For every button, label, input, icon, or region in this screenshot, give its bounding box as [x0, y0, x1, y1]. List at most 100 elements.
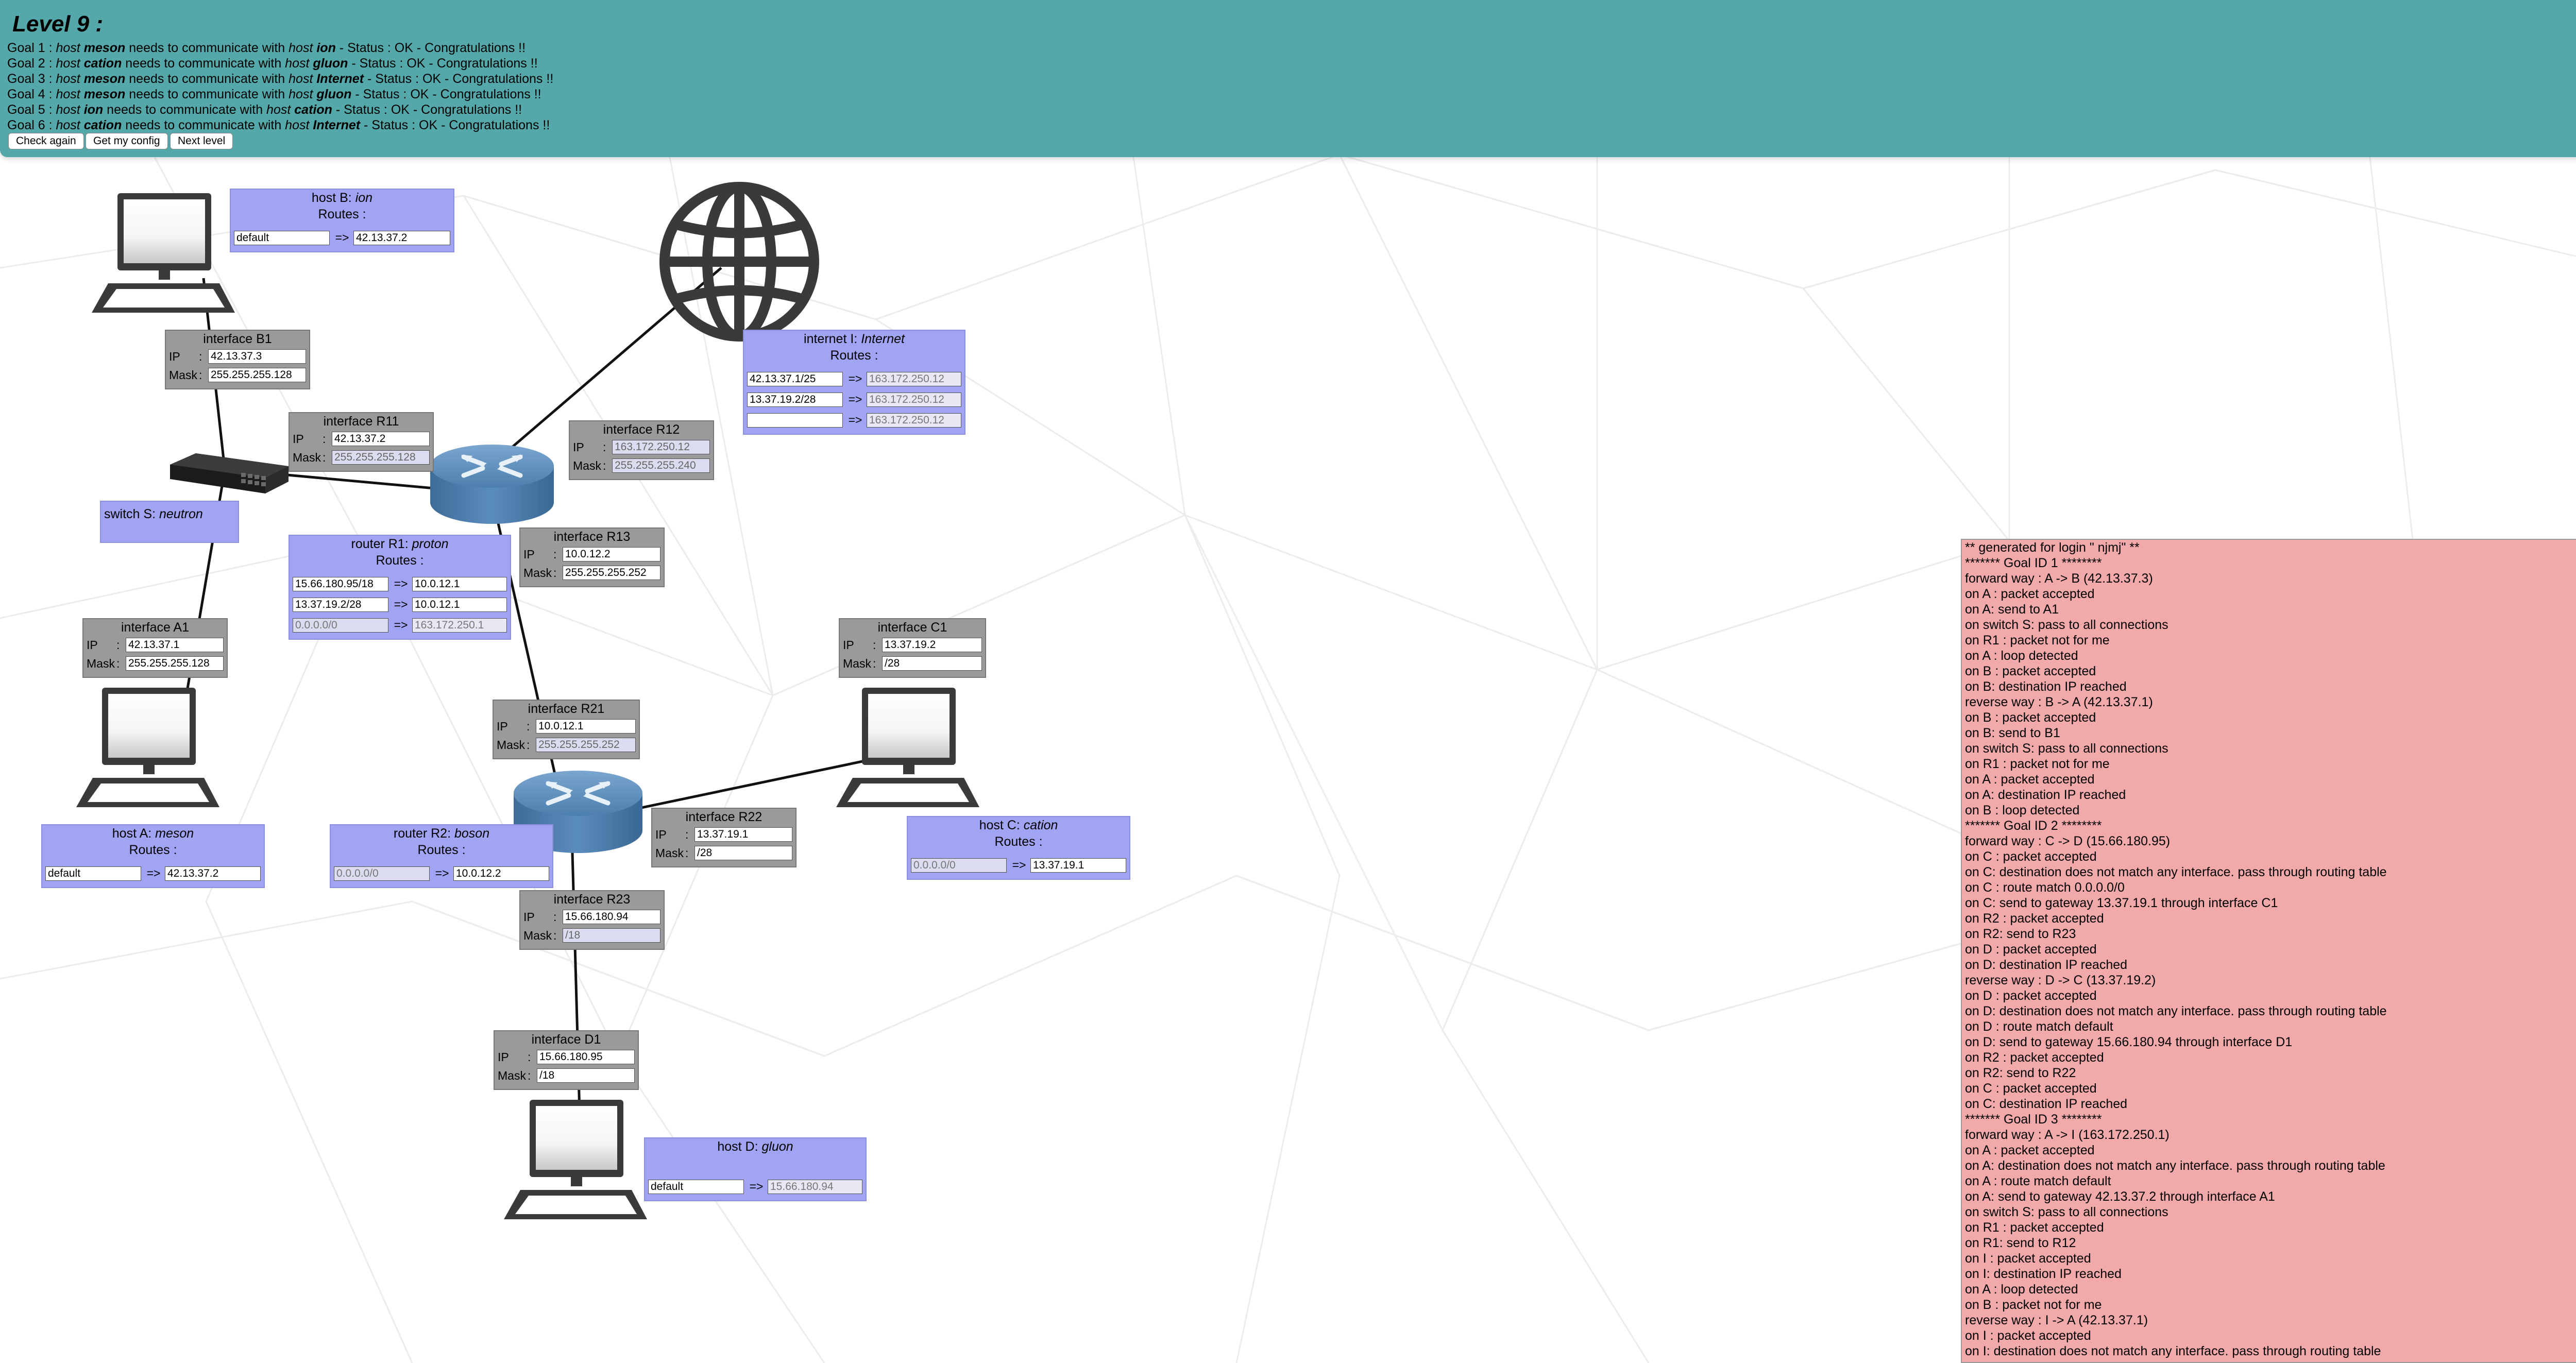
- route-arrow: =>: [394, 598, 408, 611]
- globe-icon[interactable]: [659, 182, 819, 342]
- colon: :: [553, 548, 557, 561]
- route-row: 0.0.0.0/0 => 163.172.250.1: [293, 618, 507, 633]
- mask-label: Mask: [573, 459, 601, 472]
- route-destination-input[interactable]: [747, 413, 843, 428]
- mask-label: Mask: [293, 451, 321, 464]
- mask-input[interactable]: 255.255.255.128: [126, 656, 224, 671]
- routes-label: Routes :: [417, 843, 466, 857]
- colon: :: [685, 846, 689, 860]
- mask-input[interactable]: /28: [694, 846, 792, 860]
- ip-input[interactable]: 10.0.12.1: [536, 719, 636, 734]
- colon: :: [553, 566, 557, 580]
- route-destination-input[interactable]: default: [648, 1180, 744, 1194]
- colon: :: [527, 738, 530, 752]
- log-line: reverse way : I -> A (42.13.37.1): [1965, 1313, 2148, 1327]
- log-line: on D: destination IP reached: [1965, 958, 2128, 972]
- ip-label: IP: [523, 910, 535, 924]
- interface-r21-panel: interface R21 IP:10.0.12.1 Mask:255.255.…: [493, 700, 640, 759]
- route-destination-input[interactable]: default: [45, 866, 141, 881]
- host-a-title: host A: meson: [112, 826, 194, 841]
- route-row: 13.37.19.2/28 => 10.0.12.1: [293, 598, 507, 612]
- log-line: on switch S: pass to all connections: [1965, 741, 2168, 756]
- log-line: on D : route match default: [1965, 1019, 2113, 1034]
- route-gateway-input[interactable]: 10.0.12.2: [453, 866, 549, 881]
- interface-c1-panel: interface C1 IP:13.37.19.2 Mask: /28: [839, 618, 986, 678]
- mask-input: 255.255.255.240: [612, 458, 710, 473]
- log-line: on C: destination IP reached: [1965, 1097, 2128, 1111]
- log-line: on A: send to A1: [1965, 602, 2059, 617]
- log-line: on A : packet accepted: [1965, 1143, 2095, 1157]
- interface-a1-panel: interface A1 IP:42.13.37.1 Mask:255.255.…: [82, 618, 228, 678]
- ip-input[interactable]: 15.66.180.94: [563, 910, 660, 924]
- route-destination-input[interactable]: 13.37.19.2/28: [747, 393, 843, 407]
- computer-icon[interactable]: [504, 1100, 647, 1219]
- route-arrow: =>: [435, 866, 449, 880]
- route-gateway-input[interactable]: 10.0.12.1: [412, 598, 507, 612]
- mask-input[interactable]: 255.255.255.128: [208, 368, 306, 382]
- log-line: on R2: send to R22: [1965, 1066, 2076, 1080]
- route-row: default => 42.13.37.2: [234, 231, 450, 245]
- interface-r23-panel: interface R23 IP:15.66.180.94 Mask: /18: [519, 890, 665, 950]
- route-gateway-input[interactable]: 42.13.37.2: [165, 866, 261, 881]
- ip-input[interactable]: 13.37.19.2: [882, 638, 982, 652]
- ip-input[interactable]: 15.66.180.95: [537, 1050, 635, 1064]
- ip-input[interactable]: 13.37.19.1: [694, 827, 792, 842]
- log-line: on D : packet accepted: [1965, 942, 2097, 957]
- mask-label: Mask: [498, 1069, 526, 1082]
- log-line: on A: send to gateway 42.13.37.2 through…: [1965, 1189, 2275, 1204]
- router-icon[interactable]: [430, 445, 554, 524]
- routes-label: Routes :: [830, 348, 878, 363]
- ip-label: IP: [497, 720, 508, 733]
- route-arrow: =>: [848, 413, 862, 427]
- switch-icon[interactable]: [170, 453, 289, 493]
- routes-label: Routes :: [376, 553, 424, 568]
- route-gateway-input: 15.66.180.94: [768, 1180, 862, 1194]
- interface-title: interface R13: [553, 530, 631, 544]
- ip-input[interactable]: 10.0.12.2: [563, 547, 660, 561]
- route-destination-input: 0.0.0.0/0: [334, 866, 430, 881]
- switch-s-panel: switch S: neutron: [100, 501, 239, 543]
- log-panel[interactable]: ** generated for login " njmj" ** *******…: [1961, 539, 2576, 1363]
- log-line: on I : packet accepted: [1965, 1328, 2091, 1343]
- mask-label: Mask: [497, 738, 525, 752]
- computer-icon[interactable]: [836, 688, 979, 807]
- log-text: ** generated for login " njmj" ** *******…: [1965, 540, 2576, 1359]
- interface-title: interface R21: [528, 702, 605, 716]
- log-line: on A: destination IP reached: [1965, 788, 2126, 802]
- route-destination-input[interactable]: 13.37.19.2/28: [293, 598, 388, 612]
- ip-input[interactable]: 42.13.37.2: [332, 432, 430, 446]
- computer-icon[interactable]: [92, 193, 235, 313]
- log-line: on R2: send to R23: [1965, 927, 2076, 941]
- route-destination-input[interactable]: 15.66.180.95/18: [293, 577, 388, 591]
- ip-input[interactable]: 42.13.37.1: [126, 638, 224, 652]
- colon: :: [603, 440, 606, 454]
- mask-input[interactable]: 255.255.255.252: [563, 566, 660, 580]
- log-line: ******* Goal ID 1 ********: [1965, 556, 2102, 570]
- route-destination-input[interactable]: default: [234, 231, 330, 245]
- route-gateway-input[interactable]: 13.37.19.1: [1030, 858, 1126, 873]
- log-line: on B : packet accepted: [1965, 664, 2096, 678]
- log-line: on B: send to B1: [1965, 726, 2060, 740]
- mask-input: 255.255.255.128: [332, 450, 430, 465]
- interface-title: interface D1: [531, 1032, 601, 1047]
- log-line: on I : packet accepted: [1965, 1251, 2091, 1266]
- mask-input: /18: [563, 928, 660, 943]
- route-gateway-input[interactable]: 10.0.12.1: [412, 577, 507, 591]
- colon: :: [199, 368, 202, 382]
- log-line: on A : packet accepted: [1965, 587, 2095, 601]
- mask-label: Mask: [655, 846, 684, 860]
- route-destination-input[interactable]: 42.13.37.1/25: [747, 372, 843, 386]
- computer-icon[interactable]: [76, 688, 219, 807]
- log-line: on A : loop detected: [1965, 649, 2078, 663]
- log-line: on D: destination does not match any int…: [1965, 1004, 2387, 1018]
- ip-input[interactable]: 42.13.37.3: [208, 349, 306, 364]
- mask-input[interactable]: /18: [537, 1068, 635, 1083]
- mask-input[interactable]: /28: [882, 656, 982, 671]
- route-gateway-input[interactable]: 42.13.37.2: [353, 231, 450, 245]
- log-line: reverse way : B -> A (42.13.37.1): [1965, 695, 2153, 709]
- log-line: forward way : C -> D (15.66.180.95): [1965, 834, 2171, 848]
- log-line: ** generated for login " njmj" **: [1965, 540, 2140, 555]
- host-d-title: host D: gluon: [717, 1139, 793, 1154]
- log-line: on C: destination does not match any int…: [1965, 865, 2387, 879]
- log-line: on B : packet accepted: [1965, 710, 2096, 725]
